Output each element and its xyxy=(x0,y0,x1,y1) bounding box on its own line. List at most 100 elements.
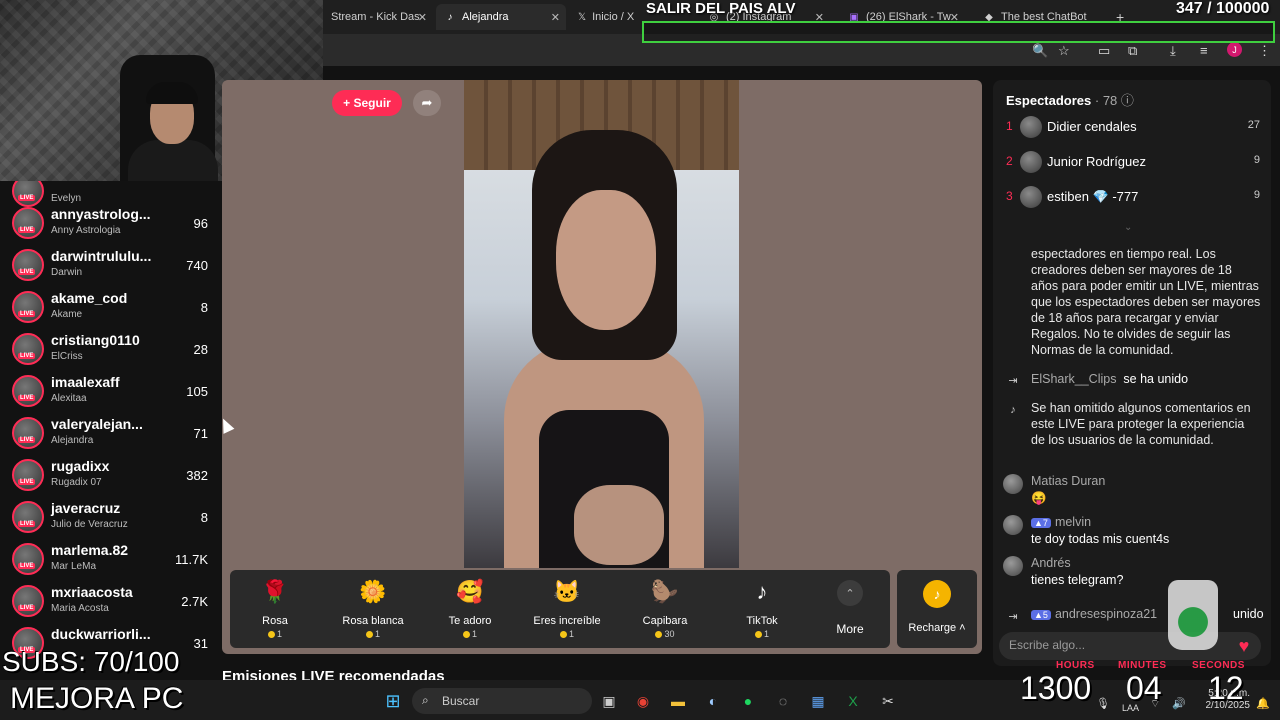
notification-icon[interactable]: 🔔 xyxy=(1256,697,1270,710)
search-icon: ⌕ xyxy=(422,693,429,707)
tab-kick-dashboard[interactable]: Stream - Kick Das ✕ xyxy=(323,4,433,30)
follow-button[interactable]: + Seguir xyxy=(332,90,402,116)
viewer-name: estiben 💎 -777 xyxy=(1047,189,1139,204)
sidebar-live-user[interactable]: LIVE annyastrolog... Anny Astrologia 96 xyxy=(12,203,208,243)
menu-dots-icon[interactable]: ⋮ xyxy=(1258,43,1271,59)
sidebar-username: valeryalejan... xyxy=(51,416,143,432)
cat-icon: 🐱 xyxy=(553,579,581,604)
chevron-down-icon[interactable]: ⌄ xyxy=(1124,222,1132,233)
avatar xyxy=(12,459,44,491)
microphone-icon[interactable]: 🎙 xyxy=(1096,697,1110,710)
bookmark-star-icon[interactable]: ☆ xyxy=(1058,43,1070,59)
gift-cost: 30 xyxy=(620,629,710,639)
sidebar-live-user[interactable]: LIVE mxriaacosta Maria Acosta 2.7K xyxy=(12,581,208,621)
viewer-count: 105 xyxy=(186,384,208,399)
chat-username[interactable]: melvin xyxy=(1055,515,1091,529)
sidebar-username: cristiang0110 xyxy=(51,332,140,348)
coin-icon xyxy=(365,631,373,639)
taskbar-search[interactable]: ⌕ Buscar xyxy=(412,688,592,714)
gift-item[interactable]: 🐱 Eres increíble 1 xyxy=(522,576,612,646)
share-icon[interactable]: ➦ xyxy=(413,90,441,116)
gift-jar-overlay xyxy=(1168,580,1218,650)
gift-name: Capibara xyxy=(642,615,688,627)
info-icon[interactable]: ⓘ xyxy=(1121,93,1134,108)
app-icon[interactable]: ◌ xyxy=(772,690,794,712)
sidebar-username: akame_cod xyxy=(51,290,128,306)
sidebar-live-user[interactable]: LIVE valeryalejan... Alejandra 71 xyxy=(12,413,208,453)
viewer-count: 2.7K xyxy=(181,594,208,609)
viewers-header[interactable]: Espectadores · 78 ⓘ xyxy=(1006,90,1134,109)
top-viewer-row[interactable]: 2 Junior Rodríguez 9 xyxy=(1006,149,1260,175)
live-badge: LIVE xyxy=(18,395,36,401)
gift-more-button[interactable]: ⌃ More xyxy=(823,576,877,646)
gift-item[interactable]: 🌹 Rosa 1 xyxy=(230,576,320,646)
live-video[interactable] xyxy=(464,80,739,568)
spotify-icon[interactable]: ● xyxy=(737,690,759,712)
volume-icon[interactable]: 🔊 xyxy=(1172,697,1186,710)
avatar xyxy=(1020,151,1042,173)
profile-avatar[interactable]: J xyxy=(1227,42,1242,57)
join-icon: ⇥ xyxy=(1008,374,1018,387)
top-viewer-row[interactable]: 1 Didier cendales 27 xyxy=(1006,114,1260,140)
gift-item[interactable]: 🥰 Te adoro 1 xyxy=(425,576,515,646)
gift-item[interactable]: ♪ TikTok 1 xyxy=(717,576,807,646)
tab-x-home[interactable]: 𝕏 Inicio / X xyxy=(570,4,640,30)
sidebar-live-user[interactable]: LIVE cristiang0110 ElCriss 28 xyxy=(12,329,208,369)
windows-start-icon[interactable]: ⊞ xyxy=(382,690,404,712)
goal-count: 347 / 100000 xyxy=(1176,0,1270,17)
close-icon[interactable]: ✕ xyxy=(551,11,560,24)
tiktok-icon: ♪ xyxy=(447,11,453,23)
avatar[interactable] xyxy=(1003,515,1023,535)
goal-title: SALIR DEL PAIS ALV xyxy=(646,0,796,17)
coin-icon xyxy=(655,631,663,639)
download-icon[interactable]: ⤓ xyxy=(1170,43,1176,59)
chat-message: Matias Duran 😝 xyxy=(1003,474,1265,508)
zoom-icon[interactable]: 🔍 xyxy=(1032,43,1048,59)
task-view-icon[interactable]: ▣ xyxy=(598,690,620,712)
chat-message: ▲7 melvin te doy todas mis cuent4s xyxy=(1003,515,1265,549)
gift-cost: 1 xyxy=(230,629,320,639)
tab-tiktok-live[interactable]: ♪ Alejandra ✕ xyxy=(436,4,566,30)
gift-item[interactable]: 🌼 Rosa blanca 1 xyxy=(328,576,418,646)
viewer-score: 27 xyxy=(1247,119,1260,131)
live-badge: LIVE xyxy=(18,605,36,611)
coin-icon xyxy=(754,631,762,639)
coin-icon xyxy=(267,631,275,639)
chrome-icon[interactable]: ◉ xyxy=(632,690,654,712)
snipping-tool-icon[interactable]: ✂ xyxy=(877,690,899,712)
sidebar-live-user[interactable]: LIVE akame_cod Akame 8 xyxy=(12,287,208,327)
sidebar-live-user[interactable]: LIVE darwintrululu... Darwin 740 xyxy=(12,245,208,285)
chat-message: Andrés tienes telegram? xyxy=(1003,556,1265,590)
viewer-rank: 3 xyxy=(1006,189,1013,203)
sidebar-live-user[interactable]: LIVE marlema.82 Mar LeMa 11.7K xyxy=(12,539,208,579)
store-icon[interactable]: ▦ xyxy=(807,690,829,712)
sidebar-live-user[interactable]: LIVE javeracruz Julio de Veracruz 8 xyxy=(12,497,208,537)
chat-username[interactable]: Matias Duran xyxy=(1031,474,1105,488)
live-badge: LIVE xyxy=(18,521,36,527)
gift-item[interactable]: 🦫 Capibara 30 xyxy=(620,576,710,646)
sidebar-live-user[interactable]: LIVE imaalexaff Alexitaa 105 xyxy=(12,371,208,411)
viewer-rank: 1 xyxy=(1006,119,1013,133)
top-viewer-row[interactable]: 3 estiben 💎 -777 9 xyxy=(1006,184,1260,210)
avatar[interactable] xyxy=(1003,556,1023,576)
chat-input[interactable] xyxy=(1009,638,1169,652)
live-badge: LIVE xyxy=(18,437,36,443)
chat-text: tienes telegram? xyxy=(1031,573,1124,587)
tab-title: Stream - Kick Das xyxy=(331,11,420,23)
join-username[interactable]: andresespinoza21 xyxy=(1055,607,1157,621)
join-text: unido xyxy=(1233,607,1264,621)
close-icon[interactable]: ✕ xyxy=(418,11,427,24)
join-username[interactable]: ElShark__Clips xyxy=(1031,372,1116,386)
avatar[interactable] xyxy=(1003,474,1023,494)
sidebar-live-user[interactable]: LIVE rugadixx Rugadix 07 382 xyxy=(12,455,208,495)
file-explorer-icon[interactable]: ▬ xyxy=(667,690,689,712)
recharge-button[interactable]: ♪ Recharge ˄ xyxy=(897,570,977,648)
extensions-icon[interactable]: ⧉ xyxy=(1128,43,1137,59)
media-control-icon[interactable]: ≡ xyxy=(1200,43,1208,58)
excel-icon[interactable]: X xyxy=(842,690,864,712)
like-heart-icon[interactable]: ♥ xyxy=(1234,636,1254,656)
cast-icon[interactable]: ▭ xyxy=(1098,43,1110,59)
sidebar-display-name: Alejandra xyxy=(51,435,94,446)
steam-icon[interactable]: ◐ xyxy=(702,690,724,712)
chat-username[interactable]: Andrés xyxy=(1031,556,1071,570)
